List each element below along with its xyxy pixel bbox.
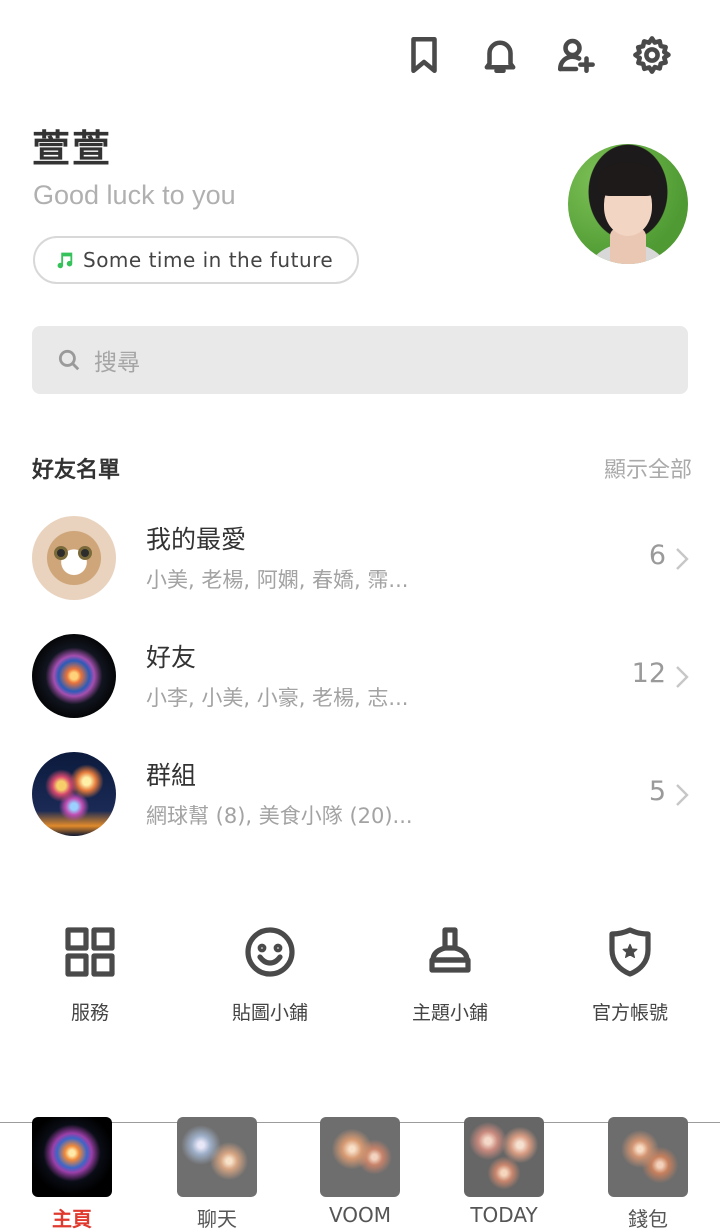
tab-today-image: [464, 1117, 544, 1197]
list-item-members: 小李, 小美, 小豪, 老楊, 志...: [146, 686, 409, 710]
friends-avatar: [32, 634, 116, 718]
cat-eye-right: [78, 546, 92, 560]
list-item-members: 小美, 老楊, 阿嫻, 春嬌, 霈...: [146, 568, 409, 592]
favorites-avatar: [32, 516, 116, 600]
brush-icon: [429, 927, 471, 973]
bookmark-icon: [411, 36, 437, 74]
add-friend-icon: [557, 38, 595, 74]
tab-label: 錢包: [628, 1207, 668, 1231]
shortcut-official-accounts[interactable]: 官方帳號: [540, 924, 720, 1025]
notifications-button[interactable]: [462, 30, 538, 80]
tab-label: TODAY: [470, 1203, 538, 1227]
shield-star-icon: [609, 927, 651, 977]
bookmark-button[interactable]: [386, 30, 462, 80]
smiley-icon: [245, 927, 295, 977]
shortcut-services[interactable]: 服務: [0, 924, 180, 1025]
friends-section-header: 好友名單 顯示全部: [32, 452, 692, 484]
profile-music-title: Some time in the future: [83, 248, 334, 272]
list-item-friends[interactable]: 好友 小李, 小美, 小豪, 老楊, 志... 12: [32, 634, 692, 720]
chevron-right-icon: [676, 784, 689, 806]
list-item-name: 群組: [146, 761, 197, 790]
groups-avatar: [32, 752, 116, 836]
shortcut-label: 主題小鋪: [411, 1002, 488, 1024]
profile-name[interactable]: 萱萱: [32, 118, 112, 173]
shortcut-theme-shop[interactable]: 主題小鋪: [360, 924, 540, 1025]
list-item-count: 6: [648, 540, 666, 571]
profile-status-message[interactable]: Good luck to you: [33, 180, 236, 211]
profile-avatar[interactable]: [568, 144, 688, 264]
shortcut-row: 服務 貼圖小鋪 主題小鋪 官方帳號: [0, 924, 720, 1025]
list-item-groups[interactable]: 群組 網球幫 (8), 美食小隊 (20)... 5: [32, 752, 692, 838]
gear-icon: [633, 36, 671, 74]
tab-chats[interactable]: 聊天: [177, 1117, 257, 1232]
bell-icon: [484, 40, 516, 74]
tab-home-image: [32, 1117, 112, 1197]
show-all-link[interactable]: 顯示全部: [604, 452, 692, 484]
top-action-bar: [386, 30, 690, 80]
profile-music-chip[interactable]: Some time in the future: [33, 236, 360, 284]
tab-voom[interactable]: VOOM: [320, 1117, 400, 1227]
bottom-tab-bar: 主頁 聊天 VOOM TODAY 錢包: [0, 1117, 720, 1232]
search-bar[interactable]: 搜尋: [32, 326, 688, 394]
tab-wallet[interactable]: 錢包: [608, 1117, 688, 1232]
chevron-right-icon: [676, 548, 689, 570]
tab-home[interactable]: 主頁: [32, 1117, 112, 1232]
settings-button[interactable]: [614, 30, 690, 80]
list-item-count: 5: [648, 776, 666, 807]
tab-wallet-image: [608, 1117, 688, 1197]
friends-section-title: 好友名單: [32, 458, 121, 483]
search-placeholder: 搜尋: [94, 350, 140, 376]
tab-label: 主頁: [52, 1207, 92, 1231]
tab-label: VOOM: [328, 1203, 392, 1227]
list-item-members: 網球幫 (8), 美食小隊 (20)...: [146, 804, 413, 828]
grid-icon: [65, 927, 115, 977]
search-icon: [58, 349, 80, 371]
list-item-favorites[interactable]: 我的最愛 小美, 老楊, 阿嫻, 春嬌, 霈... 6: [32, 516, 692, 602]
tab-chats-image: [177, 1117, 257, 1197]
avatar-hair: [598, 162, 658, 196]
shortcut-label: 服務: [70, 1002, 109, 1024]
shortcut-sticker-shop[interactable]: 貼圖小鋪: [180, 924, 360, 1025]
cat-eye-left: [54, 546, 68, 560]
music-note-icon: [57, 252, 73, 269]
list-item-count: 12: [631, 658, 666, 689]
chevron-right-icon: [676, 666, 689, 688]
list-item-name: 我的最愛: [146, 525, 247, 554]
tab-voom-image: [320, 1117, 400, 1197]
tab-today[interactable]: TODAY: [464, 1117, 544, 1227]
list-item-name: 好友: [146, 643, 197, 672]
shortcut-label: 官方帳號: [591, 1002, 668, 1024]
tab-label: 聊天: [197, 1207, 237, 1231]
shortcut-label: 貼圖小鋪: [231, 1002, 308, 1024]
add-friend-button[interactable]: [538, 30, 614, 80]
